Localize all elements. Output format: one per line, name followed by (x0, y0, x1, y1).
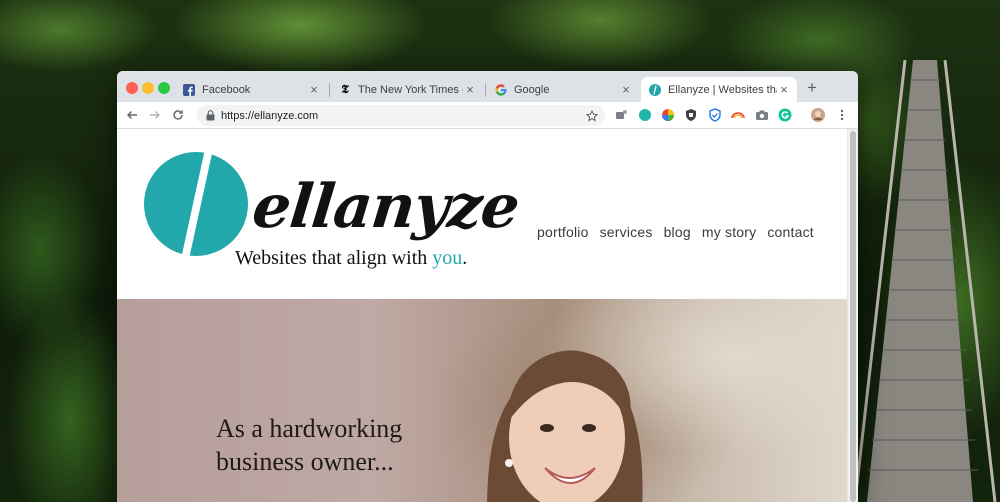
tab-close-icon[interactable]: × (307, 82, 321, 97)
maximize-window-button[interactable] (158, 82, 170, 94)
google-icon (495, 83, 507, 96)
tab-divider (485, 83, 486, 97)
site-header: ellanyze Websites that align with you. p… (117, 129, 847, 299)
forward-icon[interactable] (147, 107, 163, 123)
page-viewport: ellanyze Websites that align with you. p… (117, 129, 858, 502)
page-scrollbar[interactable] (847, 129, 858, 502)
browser-toolbar: https://ellanyze.com (117, 102, 858, 129)
nav-my-story[interactable]: my story (702, 224, 757, 240)
browser-menu-icon[interactable] (835, 108, 849, 122)
extension-teal-icon[interactable] (638, 108, 652, 122)
tab-close-icon[interactable]: × (619, 82, 633, 97)
minimize-window-button[interactable] (142, 82, 154, 94)
nav-contact[interactable]: contact (767, 224, 814, 240)
camera-icon[interactable] (755, 108, 769, 122)
tab-ellanyze[interactable]: Ellanyze | Websites that align × (641, 77, 797, 102)
browser-window: Facebook × 𝕿 The New York Times - Breaki… (117, 71, 858, 502)
back-icon[interactable] (124, 107, 140, 123)
extension-shield-dark-icon[interactable] (684, 108, 698, 122)
new-tab-button[interactable]: + (805, 79, 819, 97)
hero-portrait-photo (487, 350, 643, 502)
extension-bug-icon[interactable] (614, 108, 628, 122)
hero-headline: As a hardworking business owner... (216, 412, 476, 478)
reload-icon[interactable] (170, 107, 186, 123)
tagline-text: Websites that align with (235, 247, 433, 269)
facebook-icon (183, 83, 195, 96)
lock-icon (206, 110, 215, 121)
hero-line-1: As a hardworking (216, 414, 403, 443)
site-tagline: Websites that align with you. (235, 247, 467, 270)
close-window-button[interactable] (126, 82, 138, 94)
site-nav: portfolio services blog my story contact (537, 224, 814, 240)
ellanyze-icon (649, 83, 661, 96)
extension-color-wheel-icon[interactable] (661, 108, 675, 122)
tab-strip: Facebook × 𝕿 The New York Times - Breaki… (117, 71, 858, 102)
url-text: https://ellanyze.com (221, 109, 319, 122)
scrollbar-thumb[interactable] (850, 131, 856, 502)
tagline-accent: you (432, 247, 463, 269)
hero-line-2: business owner... (216, 447, 394, 476)
profile-avatar-icon[interactable] (811, 108, 825, 122)
nav-portfolio[interactable]: portfolio (537, 224, 589, 240)
tab-divider (329, 83, 330, 97)
logo-wordmark[interactable]: ellanyze (249, 172, 522, 242)
address-bar[interactable]: https://ellanyze.com (197, 105, 605, 126)
extension-shield-blue-icon[interactable] (708, 108, 722, 122)
extension-rainbow-icon[interactable] (731, 108, 745, 122)
nav-blog[interactable]: blog (664, 224, 691, 240)
tagline-end: . (462, 247, 468, 269)
ellanyze-logo-mark[interactable] (143, 151, 249, 257)
nav-services[interactable]: services (600, 224, 653, 240)
bookmark-star-icon[interactable] (586, 109, 598, 122)
tab-close-icon[interactable]: × (777, 82, 791, 97)
tab-facebook[interactable]: Facebook × (175, 77, 327, 102)
tab-title: Google (514, 83, 550, 96)
tab-title: Facebook (202, 83, 251, 96)
grammarly-icon[interactable] (778, 108, 792, 122)
tab-google[interactable]: Google × (487, 77, 639, 102)
nyt-icon: 𝕿 (341, 82, 349, 96)
suspension-bridge-image (855, 60, 997, 502)
hero-banner: As a hardworking business owner... (117, 299, 847, 502)
tab-title: The New York Times - Breaking (358, 83, 463, 96)
tab-nytimes[interactable]: 𝕿 The New York Times - Breaking × (331, 77, 483, 102)
tab-title: Ellanyze | Websites that align (668, 83, 777, 96)
tab-close-icon[interactable]: × (463, 82, 477, 97)
